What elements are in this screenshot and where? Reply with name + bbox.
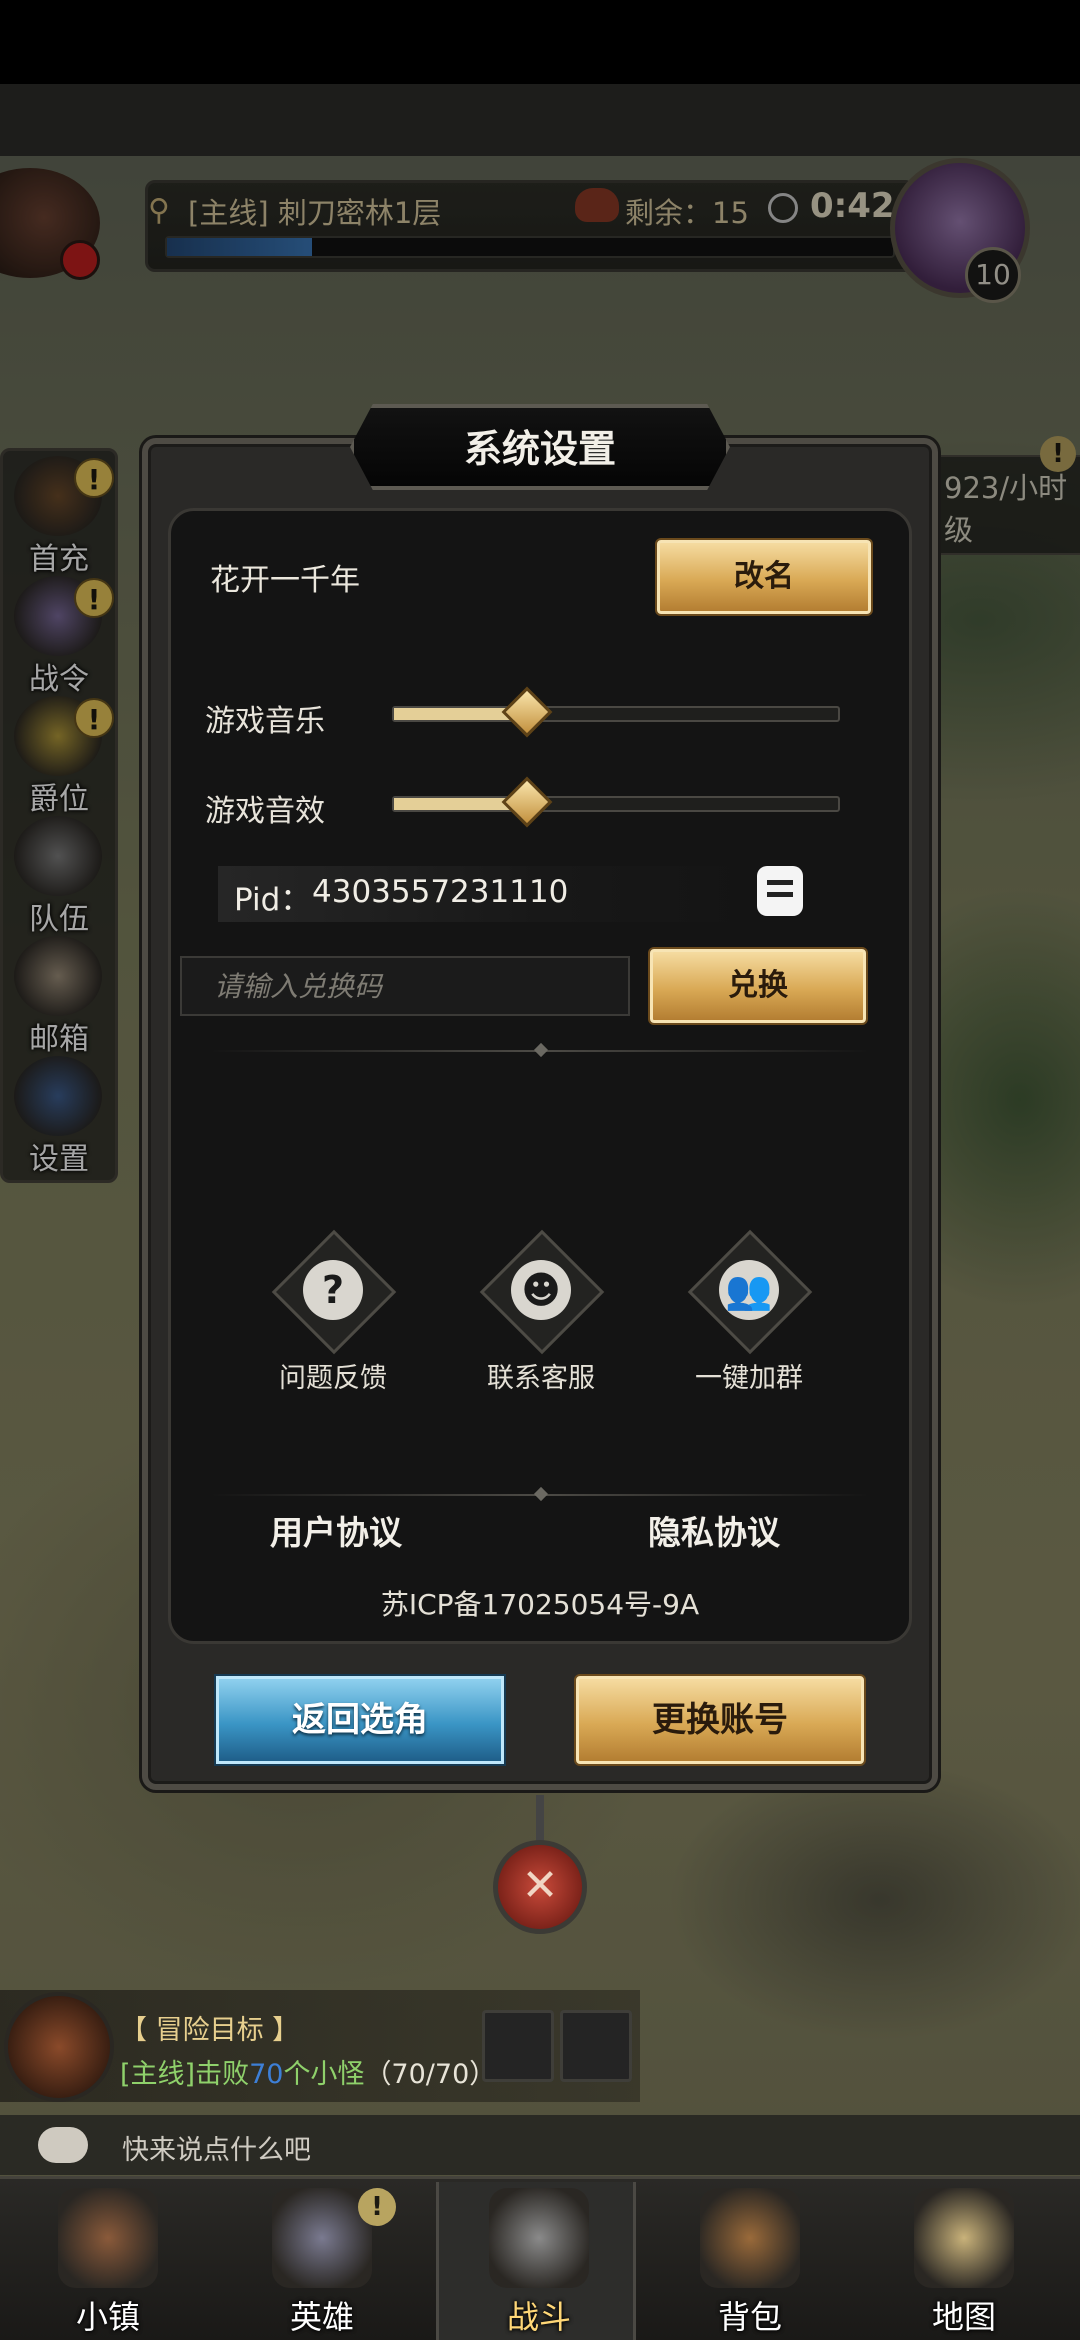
quest-book-icon[interactable] — [4, 1992, 114, 2102]
quest-title: 【 冒险目标 】 — [120, 2015, 300, 2046]
nav-tab-label: 地图 — [931, 2298, 996, 2336]
dialog-title: 系统设置 — [463, 427, 616, 471]
quest-reward-slot-staff[interactable] — [482, 2010, 554, 2082]
music-label: 游戏音乐 — [205, 704, 325, 739]
nav-tab-label: 小镇 — [75, 2298, 140, 2336]
action-label: 一键加群 — [695, 1363, 803, 1394]
chat-placeholder: 快来说点什么吧 — [122, 2135, 311, 2166]
nav-tab-label: 战斗 — [506, 2298, 571, 2336]
sfx-slider[interactable] — [392, 776, 840, 828]
map-scroll-icon — [914, 2188, 1014, 2288]
sfx-label: 游戏音效 — [205, 794, 325, 829]
headset-support-icon: ☻ — [511, 1260, 571, 1320]
privacy-agreement-link[interactable]: 隐私协议 — [648, 1506, 780, 1554]
group-icon: 👥 — [719, 1260, 779, 1320]
nav-tab-label: 英雄 — [289, 2298, 354, 2336]
action-group-button[interactable]: 👥 一键加群 — [684, 1229, 814, 1394]
hero-elf-icon — [272, 2188, 372, 2288]
copy-icon[interactable] — [757, 866, 803, 916]
back-to-character-select-button[interactable]: 返回选角 — [216, 1676, 504, 1764]
quest-desc-suffix: 个小怪 — [283, 2059, 365, 2090]
question-icon: ? — [303, 1260, 363, 1320]
player-name: 花开一千年 — [210, 563, 360, 598]
nav-tab[interactable]: 战斗 — [436, 2182, 636, 2340]
action-label: 联系客服 — [487, 1363, 595, 1394]
crossed-swords-icon — [489, 2188, 589, 2288]
quest-description: [主线]击败70个小怪（70/70） — [120, 2052, 496, 2091]
quest-reward-slot-gem[interactable] — [560, 2010, 632, 2082]
nav-tab[interactable]: 地图 — [864, 2182, 1064, 2340]
hero-alert-badge: ! — [358, 2188, 396, 2226]
pid-label: Pid： — [234, 882, 312, 918]
top-strip — [0, 84, 1080, 156]
chat-bubble-icon — [38, 2127, 88, 2163]
switch-account-button[interactable]: 更换账号 — [576, 1676, 864, 1764]
quest-desc-prefix: [主线]击败 — [120, 2059, 250, 2090]
backpack-icon — [700, 2188, 800, 2288]
close-icon[interactable]: ✕ — [493, 1840, 587, 1934]
dialog-content-panel — [168, 508, 912, 1644]
icp-license-text: 苏ICP备17025054号-9A — [380, 1588, 700, 1621]
redeem-button[interactable]: 兑换 — [650, 949, 866, 1023]
close-chain — [536, 1795, 544, 1845]
nav-tab[interactable]: 背包 — [650, 2182, 850, 2340]
town-icon — [58, 2188, 158, 2288]
redeem-code-input[interactable] — [180, 956, 630, 1016]
nav-tab[interactable]: 小镇 — [8, 2182, 208, 2340]
action-headset-support-button[interactable]: ☻ 联系客服 — [476, 1229, 606, 1394]
rename-button[interactable]: 改名 — [657, 540, 871, 614]
action-label: 问题反馈 — [279, 1363, 387, 1394]
nav-tab-label: 背包 — [717, 2298, 782, 2336]
pid-value: 4303557231110 — [312, 874, 569, 910]
action-question-button[interactable]: ? 问题反馈 — [268, 1229, 398, 1394]
user-agreement-link[interactable]: 用户协议 — [270, 1506, 402, 1554]
status-bar-area — [0, 0, 1080, 84]
quest-target-count: 70 — [249, 2059, 284, 2090]
quest-progress: （70/70） — [364, 2059, 497, 2090]
music-slider[interactable] — [392, 686, 840, 738]
